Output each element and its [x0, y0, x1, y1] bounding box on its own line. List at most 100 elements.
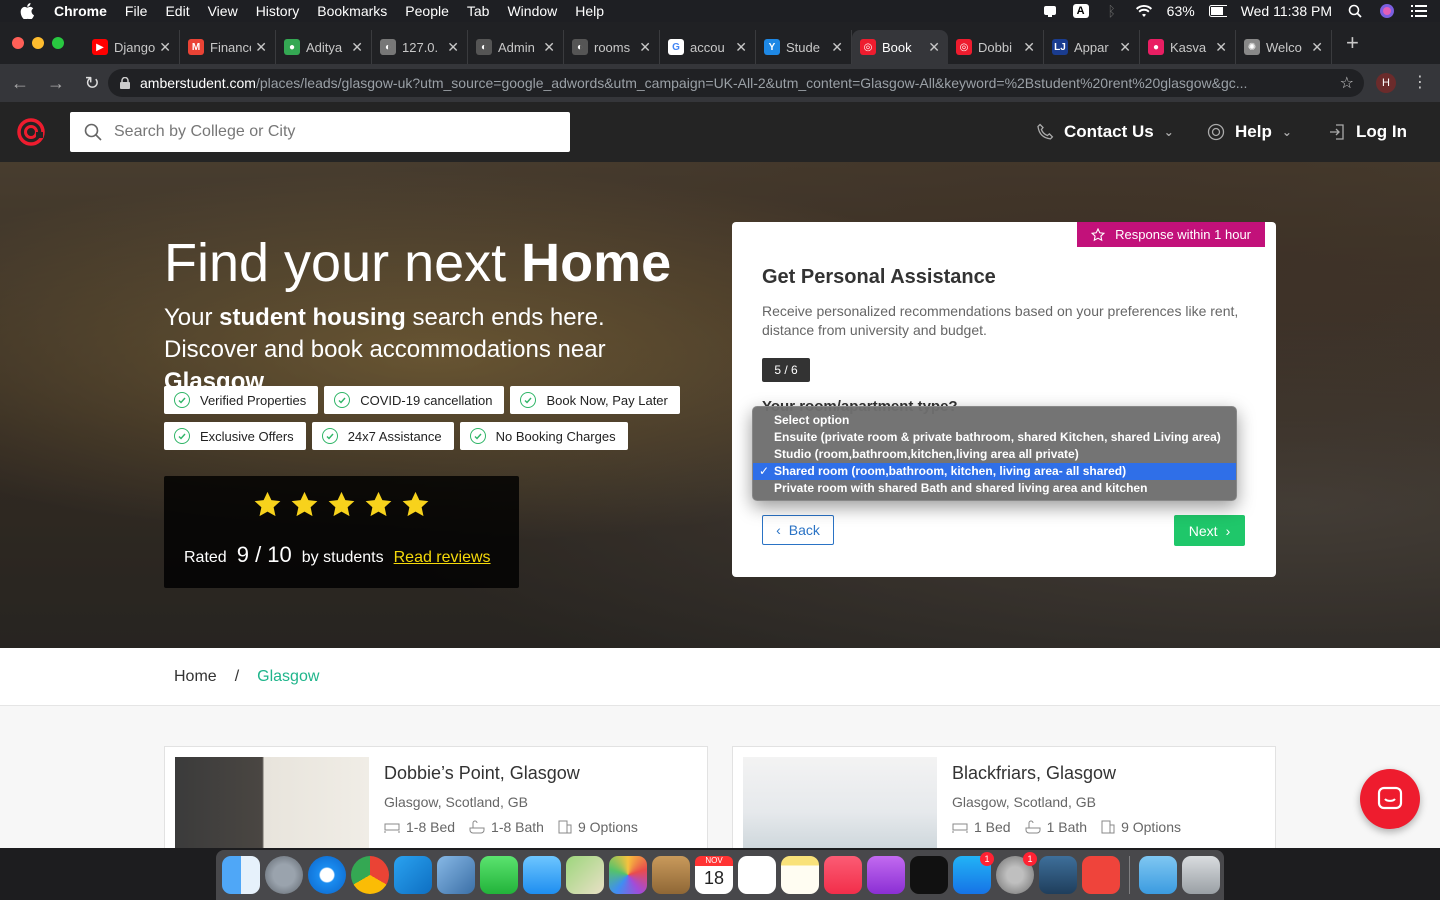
- browser-tab[interactable]: ✺ Welco ✕: [1236, 30, 1332, 64]
- search-bar[interactable]: [70, 112, 570, 152]
- finder-icon[interactable]: [222, 856, 260, 894]
- menu-view[interactable]: View: [208, 3, 238, 19]
- menu-bookmarks[interactable]: Bookmarks: [317, 3, 387, 19]
- mysql-workbench-icon[interactable]: [1039, 856, 1077, 894]
- login-link[interactable]: Log In: [1328, 122, 1407, 142]
- tab-close-icon[interactable]: ✕: [831, 39, 843, 56]
- battery-icon[interactable]: [1208, 4, 1227, 18]
- address-bar[interactable]: amberstudent.com/places/leads/glasgow-uk…: [108, 69, 1364, 97]
- property-name[interactable]: Blackfriars, Glasgow: [952, 763, 1116, 784]
- tab-close-icon[interactable]: ✕: [1119, 39, 1131, 56]
- tab-close-icon[interactable]: ✕: [1023, 39, 1035, 56]
- bluetooth-icon[interactable]: ᛒ: [1103, 3, 1121, 19]
- browser-tab[interactable]: M Finance✕: [180, 30, 276, 64]
- tv-icon[interactable]: [910, 856, 948, 894]
- dropdown-option[interactable]: Private room with shared Bath and shared…: [753, 480, 1236, 497]
- safari-icon[interactable]: [308, 856, 346, 894]
- browser-tab[interactable]: Y Stude ✕: [756, 30, 852, 64]
- notification-center-icon[interactable]: [1410, 4, 1428, 18]
- chrome-icon[interactable]: [351, 856, 389, 894]
- breadcrumb-home[interactable]: Home: [174, 668, 217, 686]
- maps-icon[interactable]: [566, 856, 604, 894]
- contact-us-menu[interactable]: Contact Us ⌄: [1036, 122, 1174, 142]
- calendar-icon[interactable]: NOV 18: [695, 856, 733, 894]
- podcasts-icon[interactable]: [867, 856, 905, 894]
- menu-people[interactable]: People: [405, 3, 449, 19]
- browser-tab[interactable]: LJ Appar ✕: [1044, 30, 1140, 64]
- next-button[interactable]: Next ›: [1174, 515, 1245, 546]
- browser-tab[interactable]: Gaccou ✕: [660, 30, 756, 64]
- tab-close-icon[interactable]: ✕: [1215, 39, 1227, 56]
- close-window-button[interactable]: [12, 37, 24, 49]
- tab-close-icon[interactable]: ✕: [1311, 39, 1323, 56]
- property-card[interactable]: Dobbie’s Point, Glasgow Glasgow, Scotlan…: [164, 746, 708, 857]
- minimize-window-button[interactable]: [32, 37, 44, 49]
- forward-arrow-icon[interactable]: →: [40, 73, 72, 94]
- dropdown-option[interactable]: Select option: [753, 412, 1236, 429]
- menu-help[interactable]: Help: [575, 3, 604, 19]
- browser-tab[interactable]: ● Aditya ✕: [276, 30, 372, 64]
- menu-window[interactable]: Window: [507, 3, 557, 19]
- preview-icon[interactable]: [437, 856, 475, 894]
- messages-icon[interactable]: [523, 856, 561, 894]
- trash-icon[interactable]: [1182, 856, 1220, 894]
- zoom-window-button[interactable]: [52, 37, 64, 49]
- chat-launcher-button[interactable]: [1360, 769, 1420, 829]
- breadcrumb-current[interactable]: Glasgow: [257, 668, 319, 686]
- notification-icon[interactable]: [1041, 4, 1059, 18]
- browser-tab[interactable]: ◎ Book ✕: [852, 30, 948, 64]
- menu-app-chrome[interactable]: Chrome: [54, 3, 107, 19]
- downloads-folder-icon[interactable]: [1139, 856, 1177, 894]
- browser-tab[interactable]: ● Kasva ✕: [1140, 30, 1236, 64]
- chrome-menu-icon[interactable]: ⋮: [1412, 72, 1428, 92]
- tab-close-icon[interactable]: ✕: [447, 39, 459, 56]
- property-card[interactable]: Blackfriars, Glasgow Glasgow, Scotland, …: [732, 746, 1276, 857]
- tab-close-icon[interactable]: ✕: [639, 39, 651, 56]
- tab-close-icon[interactable]: ✕: [928, 39, 940, 56]
- browser-tab[interactable]: ◐ 127.0. ✕: [372, 30, 468, 64]
- launchpad-icon[interactable]: [265, 856, 303, 894]
- menu-edit[interactable]: Edit: [165, 3, 189, 19]
- contacts-icon[interactable]: [652, 856, 690, 894]
- dropdown-option[interactable]: ✓ Shared room (room,bathroom, kitchen, li…: [753, 463, 1236, 480]
- system-preferences-icon[interactable]: 1: [996, 852, 1037, 894]
- room-type-dropdown[interactable]: Select option Ensuite (private room & pri…: [752, 406, 1237, 501]
- anydesk-icon[interactable]: [1082, 856, 1120, 894]
- wifi-icon[interactable]: [1135, 4, 1153, 18]
- property-thumbnail[interactable]: [743, 757, 937, 857]
- reload-icon[interactable]: ↻: [76, 73, 108, 94]
- menu-clock[interactable]: Wed 11:38 PM: [1241, 3, 1332, 19]
- search-input[interactable]: [114, 123, 554, 141]
- menu-file[interactable]: File: [125, 3, 148, 19]
- dropdown-option[interactable]: Ensuite (private room & private bathroom…: [753, 429, 1236, 446]
- menu-history[interactable]: History: [256, 3, 300, 19]
- browser-tab[interactable]: ◐ rooms ✕: [564, 30, 660, 64]
- tab-close-icon[interactable]: ✕: [543, 39, 555, 56]
- back-button[interactable]: ‹ Back: [762, 515, 834, 545]
- profile-avatar[interactable]: H: [1376, 73, 1396, 93]
- appstore-icon[interactable]: 1: [953, 852, 994, 894]
- menu-tab[interactable]: Tab: [467, 3, 490, 19]
- input-source-icon[interactable]: A: [1072, 4, 1089, 18]
- browser-tab[interactable]: ◎ Dobbi ✕: [948, 30, 1044, 64]
- read-reviews-link[interactable]: Read reviews: [394, 549, 491, 567]
- bookmark-star-icon[interactable]: ☆: [1340, 73, 1354, 93]
- property-thumbnail[interactable]: [175, 757, 369, 857]
- browser-tab[interactable]: ▶ Django ✕: [84, 30, 180, 64]
- amber-logo-icon[interactable]: [16, 117, 46, 147]
- tab-close-icon[interactable]: ✕: [735, 39, 747, 56]
- dropdown-option[interactable]: Studio (room,bathroom,kitchen,living are…: [753, 446, 1236, 463]
- help-menu[interactable]: Help ⌄: [1207, 122, 1292, 142]
- facetime-icon[interactable]: [480, 856, 518, 894]
- notes-icon[interactable]: [781, 856, 819, 894]
- browser-tab[interactable]: ◐ Admin ✕: [468, 30, 564, 64]
- music-icon[interactable]: [824, 856, 862, 894]
- photos-icon[interactable]: [609, 856, 647, 894]
- lock-icon[interactable]: [120, 77, 130, 89]
- apple-icon[interactable]: [20, 3, 36, 19]
- tab-close-icon[interactable]: ✕: [255, 39, 267, 56]
- siri-icon[interactable]: [1378, 4, 1396, 18]
- reminders-icon[interactable]: [738, 856, 776, 894]
- vscode-icon[interactable]: [394, 856, 432, 894]
- tab-close-icon[interactable]: ✕: [351, 39, 363, 56]
